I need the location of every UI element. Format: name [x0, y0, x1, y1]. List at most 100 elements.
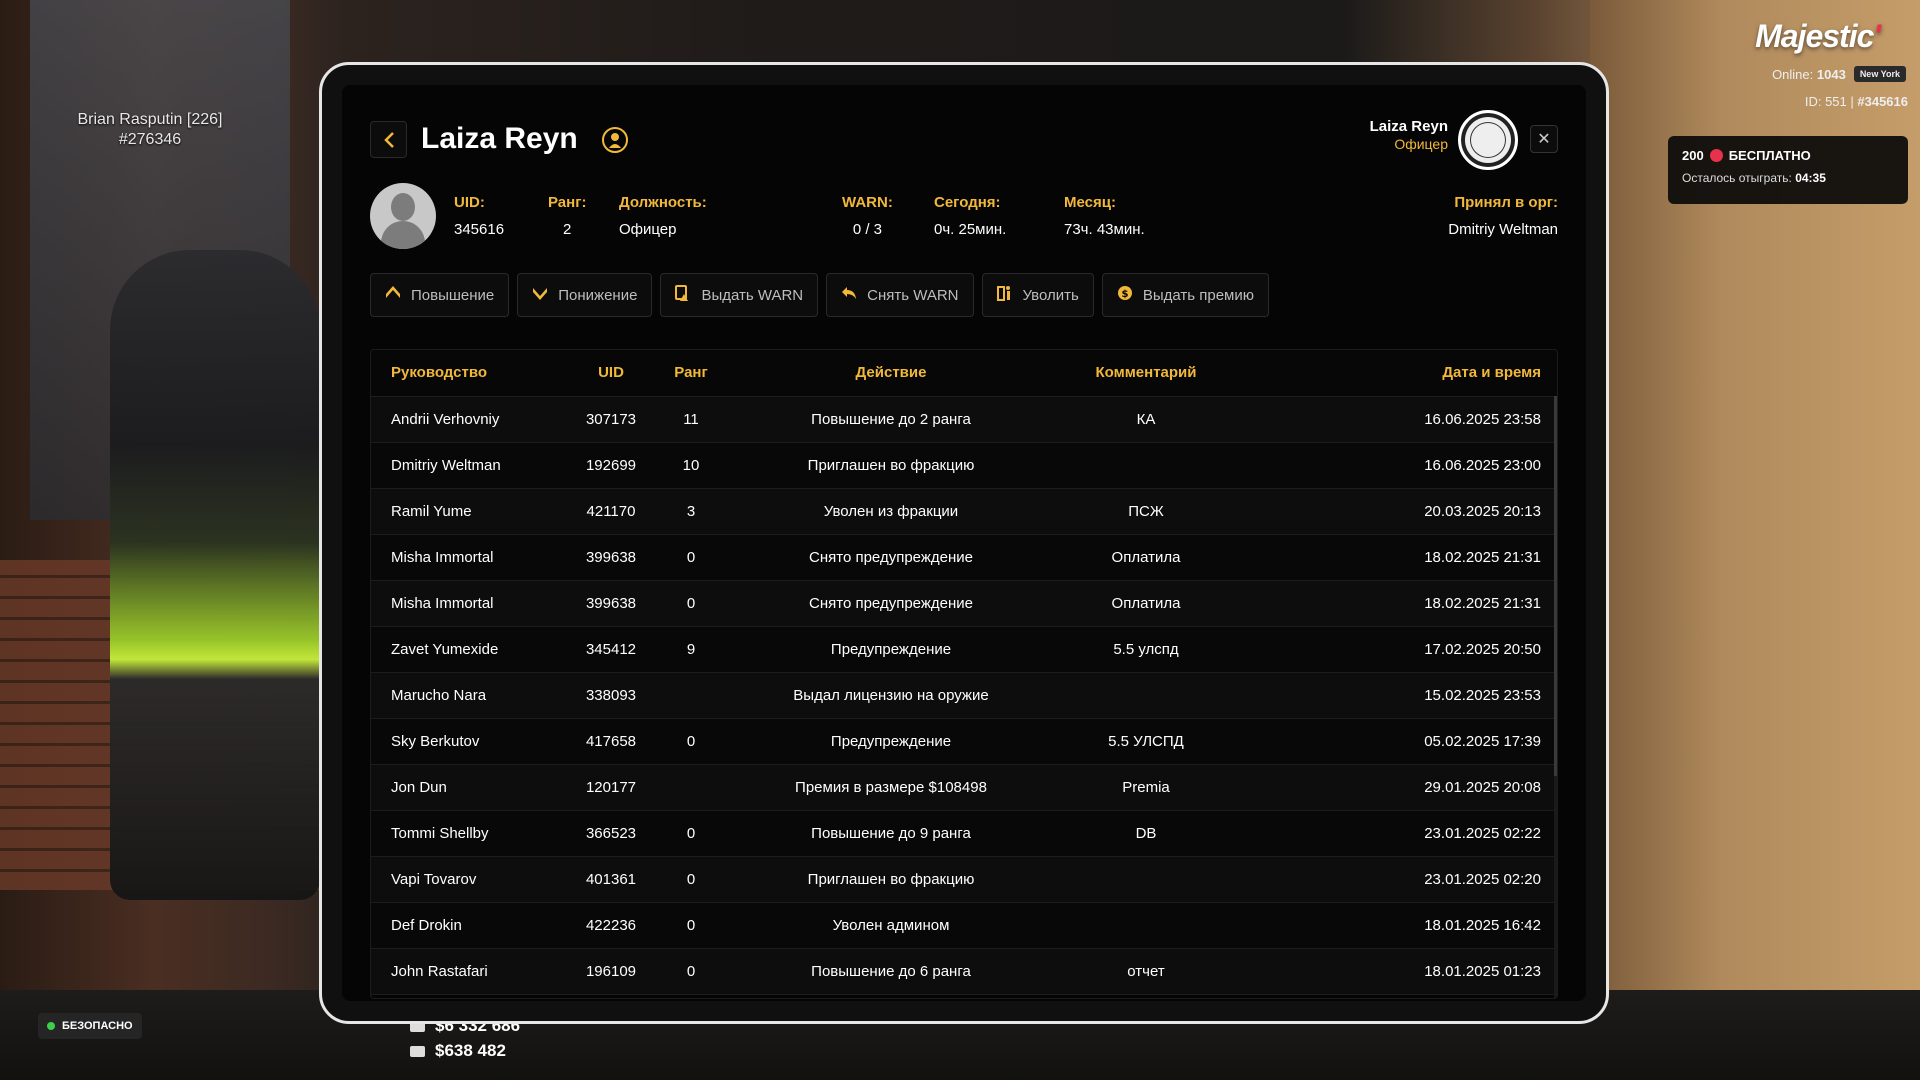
player-id: #276346 [118, 131, 182, 148]
cell-action: Выдал лицензию на оружие [731, 672, 1051, 719]
cell-uid: 345412 [571, 626, 651, 673]
person-badge-icon [602, 127, 628, 153]
cell-uid: 192699 [571, 442, 651, 489]
current-user-role: Офицер [1394, 136, 1448, 152]
cell-comment: 5.5 УЛСПД [1051, 718, 1241, 765]
cell-comment: Premia [1051, 764, 1241, 811]
remove-warn-button[interactable]: Снять WARN [826, 273, 974, 317]
cell-action: Повышение до 6 ранга [731, 948, 1051, 995]
table-row[interactable]: Misha Immortal 399638 0 Снято предупреждени… [371, 580, 1557, 627]
rank-field: Ранг: 2 [548, 194, 587, 238]
fire-button[interactable]: Уволить [981, 273, 1094, 317]
page-title: Laiza Reyn [421, 122, 578, 155]
chevron-left-icon [383, 131, 394, 148]
table-scrollbar[interactable] [1554, 396, 1557, 998]
table-body: Andrii Verhovniy 307173 11 Повышение до 2 р… [371, 396, 1557, 995]
undo-icon [841, 286, 857, 305]
cell-uid: 338093 [571, 672, 651, 719]
column-header-rank: Ранг [651, 350, 731, 397]
cell-datetime: 16.06.2025 23:58 [1241, 396, 1557, 443]
give-bonus-button[interactable]: $ Выдать премию [1101, 273, 1269, 317]
cell-datetime: 23.01.2025 02:20 [1241, 856, 1557, 903]
police-seal-icon [1458, 110, 1518, 170]
table-row[interactable]: Sky Berkutov 417658 0 Предупреждение 5.5 УЛС… [371, 718, 1557, 765]
cell-leader: Dmitriy Weltman [371, 442, 571, 489]
cell-comment: 5.5 улспд [1051, 626, 1241, 673]
cell-datetime: 20.03.2025 20:13 [1241, 488, 1557, 535]
cell-uid: 399638 [571, 580, 651, 627]
warn-field: WARN: 0 / 3 [842, 194, 893, 238]
table-row[interactable]: Dmitriy Weltman 192699 10 Приглашен во фрак… [371, 442, 1557, 489]
cell-uid: 422236 [571, 902, 651, 949]
cell-uid: 366523 [571, 810, 651, 857]
cell-uid: 120177 [571, 764, 651, 811]
cell-uid: 417658 [571, 718, 651, 765]
bank-display: $638 482 [410, 1041, 506, 1061]
table-row[interactable]: Tommi Shellby 366523 0 Повышение до 9 ранга… [371, 810, 1557, 857]
coin-icon [1709, 149, 1723, 162]
cell-rank: 0 [651, 580, 731, 627]
cell-rank: 10 [651, 442, 731, 489]
cell-action: Снято предупреждение [731, 580, 1051, 627]
cell-leader: Def Drokin [371, 902, 571, 949]
cell-datetime: 18.02.2025 21:31 [1241, 580, 1557, 627]
table-row[interactable]: Andrii Verhovniy 307173 11 Повышение до 2 р… [371, 396, 1557, 443]
table-row[interactable]: Marucho Nara 338093 Выдал лицензию на оруж… [371, 672, 1557, 719]
cell-datetime: 29.01.2025 20:08 [1241, 764, 1557, 811]
cell-rank [651, 672, 731, 719]
cell-action: Премия в размере $108498 [731, 764, 1051, 811]
svg-text:$: $ [1121, 289, 1128, 300]
table-row[interactable]: Jon Dun 120177 Премия в размере $108498 Pre… [371, 764, 1557, 811]
table-header-row: Руководство UID Ранг Действие Комментарий Дат… [371, 350, 1557, 397]
cell-leader: Vapi Tovarov [371, 856, 571, 903]
cell-comment [1051, 856, 1241, 903]
cell-action: Снято предупреждение [731, 534, 1051, 581]
cell-datetime: 17.02.2025 20:50 [1241, 626, 1557, 673]
table-row[interactable]: John Rastafari 196109 0 Повышение до 6 ранг… [371, 948, 1557, 995]
column-header-uid: UID [571, 350, 651, 397]
player-nametag: Brian Rasputin [226] #276346 [60, 110, 240, 150]
cell-datetime: 18.01.2025 01:23 [1241, 948, 1557, 995]
cell-rank: 9 [651, 626, 731, 673]
demote-button[interactable]: Понижение [517, 273, 653, 317]
cell-action: Приглашен во фракцию [731, 442, 1051, 489]
table-row[interactable]: Vapi Tovarov 401361 0 Приглашен во фракцию 2… [371, 856, 1557, 903]
table-row[interactable]: Misha Immortal 399638 0 Снято предупреждени… [371, 534, 1557, 581]
table-row[interactable]: Zavet Yumexide 345412 9 Предупреждение 5.5 у… [371, 626, 1557, 673]
accepted-by-field: Принял в орг: Dmitriy Weltman [1448, 194, 1558, 238]
table-row[interactable]: Ramil Yume 421170 3 Уволен из фракции ПСЖ 20.… [371, 488, 1557, 535]
card-icon [410, 1045, 425, 1057]
cell-datetime: 16.06.2025 23:00 [1241, 442, 1557, 489]
cell-comment: отчет [1051, 948, 1241, 995]
cell-action: Предупреждение [731, 718, 1051, 765]
player-name: Brian Rasputin [226] [77, 111, 223, 128]
column-header-action: Действие [731, 350, 1051, 397]
cell-rank: 0 [651, 948, 731, 995]
status-dot-icon [47, 1022, 55, 1030]
column-header-datetime: Дата и время [1241, 350, 1557, 397]
cell-leader: John Rastafari [371, 948, 571, 995]
column-header-leader: Руководство [371, 350, 571, 397]
cell-uid: 421170 [571, 488, 651, 535]
cell-leader: Tommi Shellby [371, 810, 571, 857]
promote-button[interactable]: Повышение [370, 273, 510, 317]
cell-datetime: 18.02.2025 21:31 [1241, 534, 1557, 581]
arrow-up-icon [385, 285, 401, 305]
cell-uid: 401361 [571, 856, 651, 903]
player-character [110, 250, 320, 900]
give-warn-button[interactable]: Выдать WARN [660, 273, 819, 317]
month-field: Месяц: 73ч. 43мин. [1064, 194, 1145, 238]
back-button[interactable] [370, 121, 407, 158]
cell-rank [651, 764, 731, 811]
coin-icon: $ [1117, 285, 1133, 306]
warning-document-icon [675, 284, 691, 306]
safe-zone-badge: БЕЗОПАСНО [38, 1013, 142, 1039]
scroll-thumb[interactable] [1554, 396, 1557, 776]
close-button[interactable]: ✕ [1530, 125, 1558, 153]
cell-comment: ПСЖ [1051, 488, 1241, 535]
cell-rank: 0 [651, 534, 731, 581]
cell-comment [1051, 442, 1241, 489]
city-badge: New York [1853, 66, 1906, 82]
table-row[interactable]: Def Drokin 422236 0 Уволен админом 18.01.202… [371, 902, 1557, 949]
current-user-name: Laiza Reyn [1369, 118, 1448, 135]
